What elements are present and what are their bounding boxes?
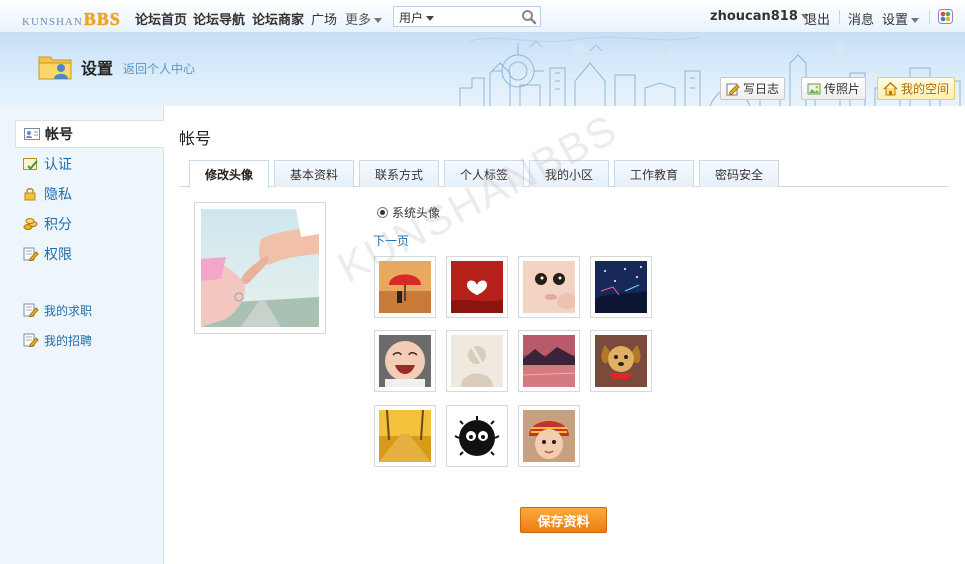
tab-change-avatar[interactable]: 修改头像 (189, 160, 269, 188)
avatar-option[interactable] (518, 405, 580, 467)
avatar-option[interactable] (518, 256, 580, 318)
search-input[interactable] (446, 8, 510, 25)
page-title: 帐号 (179, 129, 212, 148)
sidebar-item-permissions[interactable]: 权限 (15, 240, 164, 268)
upload-photo-button[interactable]: 传照片 (801, 77, 867, 100)
top-navigation-bar: KUNSHAN BBS 论坛首页 论坛导航 论坛商家 广场 更多 用户 zhou… (0, 0, 965, 33)
user-menu[interactable]: zhoucan818 (710, 9, 809, 24)
coins-icon (23, 218, 38, 230)
soot-sprite-avatar (451, 410, 503, 462)
photo-icon (807, 83, 821, 94)
divider (839, 10, 840, 24)
sidebar-item-verification[interactable]: 认证 (15, 150, 164, 178)
avatar-option[interactable] (446, 330, 508, 392)
page-section-title: 设置 (81, 59, 114, 78)
sidebar-item-points[interactable]: 积分 (15, 210, 164, 238)
sidebar-item-account-label: 帐号 (45, 127, 73, 143)
autumn-road-avatar (379, 410, 431, 462)
back-to-profile-link[interactable]: 返回个人中心 (123, 60, 195, 77)
lock-icon (24, 188, 36, 201)
page-header: 设置 返回个人中心 写日志 传照片 我的空间 (0, 33, 965, 106)
avatar-option[interactable] (518, 330, 580, 392)
laughing-baby-avatar (379, 335, 431, 387)
sidebar-item-verification-label: 认证 (44, 157, 72, 173)
puppy-avatar (595, 335, 647, 387)
edit-note-icon (726, 83, 740, 95)
write-blog-label: 写日志 (743, 82, 780, 96)
upload-photo-label: 传照片 (824, 82, 861, 96)
search-box: 用户 (393, 6, 541, 27)
holding-hands-photo (201, 209, 319, 327)
red-heart-avatar (451, 261, 503, 313)
nav-forum-home[interactable]: 论坛首页 (135, 9, 187, 28)
avatar-option[interactable] (446, 256, 508, 318)
sidebar-item-my-job-search[interactable]: 我的求职 (15, 296, 164, 324)
nav-more-menu[interactable]: 更多 (345, 9, 383, 28)
chevron-down-icon (374, 18, 383, 23)
my-space-label: 我的空间 (901, 82, 950, 96)
nav-forum-merchants[interactable]: 论坛商家 (252, 9, 304, 28)
chevron-down-icon (426, 16, 435, 21)
settings-menu[interactable]: 设置 (882, 9, 920, 28)
tab-work-education[interactable]: 工作教育 (614, 160, 694, 187)
nav-more-label: 更多 (345, 13, 372, 28)
radio-selected-icon (377, 207, 388, 218)
edit-document-icon (23, 247, 39, 261)
night-sky-avatar (595, 261, 647, 313)
sidebar-item-my-job-search-label: 我的求职 (44, 303, 93, 318)
avatar-option[interactable] (446, 405, 508, 467)
search-icon[interactable] (521, 9, 537, 25)
edit-document-icon (23, 333, 39, 347)
tab-password-security[interactable]: 密码安全 (699, 160, 779, 187)
divider (929, 10, 930, 24)
sidebar-item-my-recruitment-label: 我的招聘 (44, 333, 93, 348)
messages-link[interactable]: 消息 (848, 9, 874, 28)
verified-card-icon (23, 158, 38, 170)
avatar-option[interactable] (590, 256, 652, 318)
chevron-down-icon (911, 18, 920, 23)
settings-sidebar: 帐号 认证 隐私 积分 权限 我的求职 我的招聘 (0, 106, 164, 564)
sidebar-item-privacy[interactable]: 隐私 (15, 180, 164, 208)
search-type-label: 用户 (399, 11, 424, 25)
logo-prefix: KUNSHAN (22, 16, 83, 28)
site-logo[interactable]: KUNSHAN BBS (22, 9, 121, 29)
nav-plaza[interactable]: 广场 (311, 9, 337, 28)
user-folder-icon (38, 56, 72, 80)
avatar-option[interactable] (590, 330, 652, 392)
logout-link[interactable]: 退出 (804, 9, 830, 28)
sidebar-item-account[interactable]: 帐号 (15, 120, 164, 148)
avatar-option[interactable] (374, 405, 436, 467)
search-type-select[interactable]: 用户 (399, 9, 435, 26)
username: zhoucan818 (710, 9, 798, 24)
color-palette-icon[interactable] (938, 9, 953, 24)
tab-basic-info[interactable]: 基本资料 (274, 160, 354, 187)
id-card-icon (24, 128, 40, 140)
sidebar-item-permissions-label: 权限 (44, 247, 72, 263)
nav-forum-guide[interactable]: 论坛导航 (193, 9, 245, 28)
settings-menu-label: 设置 (882, 13, 909, 28)
edit-document-icon (23, 303, 39, 317)
baby-face-avatar (523, 261, 575, 313)
logo-suffix: BBS (83, 9, 121, 29)
my-space-button[interactable]: 我的空间 (877, 77, 956, 100)
home-icon (883, 81, 898, 95)
sidebar-item-points-label: 积分 (44, 217, 72, 233)
sidebar-item-privacy-label: 隐私 (44, 187, 72, 203)
sidebar-item-my-recruitment[interactable]: 我的招聘 (15, 326, 164, 354)
sunset-lake-avatar (523, 335, 575, 387)
write-blog-button[interactable]: 写日志 (720, 77, 786, 100)
save-profile-button[interactable]: 保存资料 (520, 507, 607, 533)
current-avatar (194, 202, 326, 334)
knit-hat-girl-avatar (523, 410, 575, 462)
avatar-option[interactable] (374, 330, 436, 392)
tab-contact[interactable]: 联系方式 (359, 160, 439, 187)
placeholder-avatar (451, 335, 503, 387)
